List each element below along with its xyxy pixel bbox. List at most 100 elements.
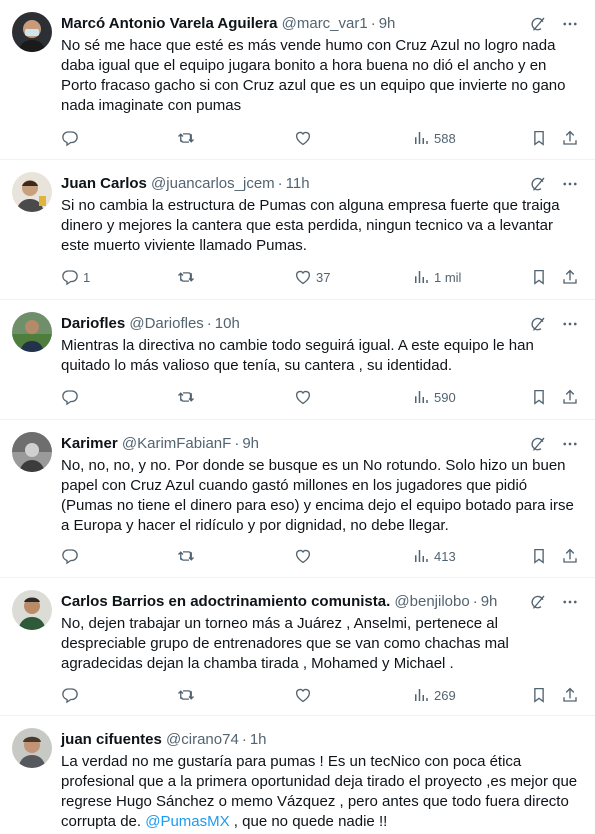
user-handle[interactable]: @marc_var1: [282, 15, 368, 32]
avatar[interactable]: [12, 312, 52, 352]
user-handle[interactable]: @KarimFabianF: [122, 435, 231, 452]
grok-icon[interactable]: [529, 315, 547, 333]
share-button[interactable]: [561, 684, 579, 706]
retweet-icon: [177, 547, 195, 565]
views-button[interactable]: 588: [412, 127, 456, 149]
views-icon: [412, 388, 430, 406]
reply-button[interactable]: [61, 684, 83, 706]
bookmark-button[interactable]: [530, 545, 548, 567]
timestamp[interactable]: 9h: [242, 435, 259, 452]
user-handle[interactable]: @juancarlos_jcem: [151, 175, 275, 192]
tweet-text: No, dejen trabajar un torneo más a Juáre…: [61, 615, 509, 672]
tweet[interactable]: Juan Carlos @juancarlos_jcem · 11h Si no c…: [0, 160, 595, 300]
like-button[interactable]: [294, 386, 316, 408]
user-handle[interactable]: @cirano74: [166, 731, 239, 748]
reply-count: 1: [83, 269, 91, 285]
retweet-button[interactable]: [177, 684, 199, 706]
tweet-text: No sé me hace que esté es más vende humo…: [61, 37, 566, 114]
reply-icon: [61, 129, 79, 147]
bookmark-button[interactable]: [530, 684, 548, 706]
reply-button[interactable]: 1: [61, 266, 90, 288]
tweet-text: Si no cambia la estructura de Pumas con …: [61, 197, 560, 254]
share-icon: [561, 547, 579, 565]
tweet-menu: [529, 174, 579, 194]
avatar[interactable]: [12, 432, 52, 472]
like-button[interactable]: 37: [294, 266, 330, 288]
bookmark-button[interactable]: [530, 386, 548, 408]
display-name[interactable]: juan cifuentes: [61, 731, 162, 748]
timestamp[interactable]: 9h: [379, 15, 396, 32]
more-icon[interactable]: [561, 435, 579, 453]
views-icon: [412, 268, 430, 286]
views-icon: [412, 686, 430, 704]
reply-button[interactable]: [61, 127, 83, 149]
tweet-menu: [529, 14, 579, 34]
views-icon: [412, 129, 430, 147]
views-button[interactable]: 413: [412, 545, 456, 567]
display-name[interactable]: Karimer: [61, 435, 118, 452]
more-icon[interactable]: [561, 15, 579, 33]
timestamp[interactable]: 1h: [250, 731, 267, 748]
share-button[interactable]: [561, 386, 579, 408]
more-icon[interactable]: [561, 315, 579, 333]
avatar[interactable]: [12, 590, 52, 630]
share-button[interactable]: [561, 266, 579, 288]
tweet[interactable]: Marcó Antonio Varela Aguilera @marc_var1…: [0, 0, 595, 160]
views-button[interactable]: 590: [412, 386, 456, 408]
more-icon[interactable]: [561, 175, 579, 193]
separator-dot: ·: [472, 593, 478, 610]
retweet-button[interactable]: [177, 266, 199, 288]
like-button[interactable]: [294, 684, 316, 706]
mention-link[interactable]: @PumasMX: [145, 813, 229, 830]
display-name[interactable]: Carlos Barrios en adoctrinamiento comuni…: [61, 593, 390, 610]
views-icon: [412, 547, 430, 565]
display-name[interactable]: Juan Carlos: [61, 175, 147, 192]
reply-button[interactable]: [61, 386, 83, 408]
views-button[interactable]: 1 mil: [412, 266, 461, 288]
tweet[interactable]: Dariofles @Dariofles · 10h Mientras la dir…: [0, 300, 595, 420]
avatar[interactable]: [12, 12, 52, 52]
timestamp[interactable]: 10h: [215, 315, 240, 332]
retweet-button[interactable]: [177, 127, 199, 149]
grok-icon[interactable]: [529, 175, 547, 193]
bookmark-icon: [530, 388, 548, 406]
timestamp[interactable]: 9h: [481, 593, 498, 610]
bookmark-icon: [530, 129, 548, 147]
tweet-header: Karimer @KarimFabianF · 9h: [61, 434, 585, 454]
display-name[interactable]: Marcó Antonio Varela Aguilera: [61, 15, 277, 32]
separator-dot: ·: [277, 175, 283, 192]
user-handle[interactable]: @benjilobo: [394, 593, 469, 610]
tweet-menu: [529, 314, 579, 334]
tweet-menu: [529, 592, 579, 612]
tweet-text: Mientras la directiva no cambie todo seg…: [61, 337, 534, 374]
share-icon: [561, 129, 579, 147]
display-name[interactable]: Dariofles: [61, 315, 125, 332]
like-button[interactable]: [294, 127, 316, 149]
reply-icon: [61, 547, 79, 565]
timestamp[interactable]: 11h: [286, 175, 310, 192]
tweet[interactable]: juan cifuentes @cirano74 · 1h La verdad no…: [0, 716, 595, 834]
separator-dot: ·: [370, 15, 376, 32]
share-icon: [561, 388, 579, 406]
retweet-button[interactable]: [177, 545, 199, 567]
share-button[interactable]: [561, 127, 579, 149]
tweet[interactable]: Karimer @KarimFabianF · 9h No, no, no, y n…: [0, 420, 595, 578]
avatar[interactable]: [12, 172, 52, 212]
bookmark-button[interactable]: [530, 266, 548, 288]
grok-icon[interactable]: [529, 435, 547, 453]
like-button[interactable]: [294, 545, 316, 567]
grok-icon[interactable]: [529, 593, 547, 611]
heart-icon: [294, 547, 312, 565]
user-handle[interactable]: @Dariofles: [129, 315, 203, 332]
bookmark-button[interactable]: [530, 127, 548, 149]
retweet-button[interactable]: [177, 386, 199, 408]
avatar[interactable]: [12, 728, 52, 768]
reply-button[interactable]: [61, 545, 83, 567]
views-count: 590: [434, 389, 456, 405]
tweet-header: Marcó Antonio Varela Aguilera @marc_var1…: [61, 14, 585, 34]
grok-icon[interactable]: [529, 15, 547, 33]
tweet[interactable]: Carlos Barrios en adoctrinamiento comuni…: [0, 578, 595, 716]
more-icon[interactable]: [561, 593, 579, 611]
share-button[interactable]: [561, 545, 579, 567]
views-button[interactable]: 269: [412, 684, 456, 706]
